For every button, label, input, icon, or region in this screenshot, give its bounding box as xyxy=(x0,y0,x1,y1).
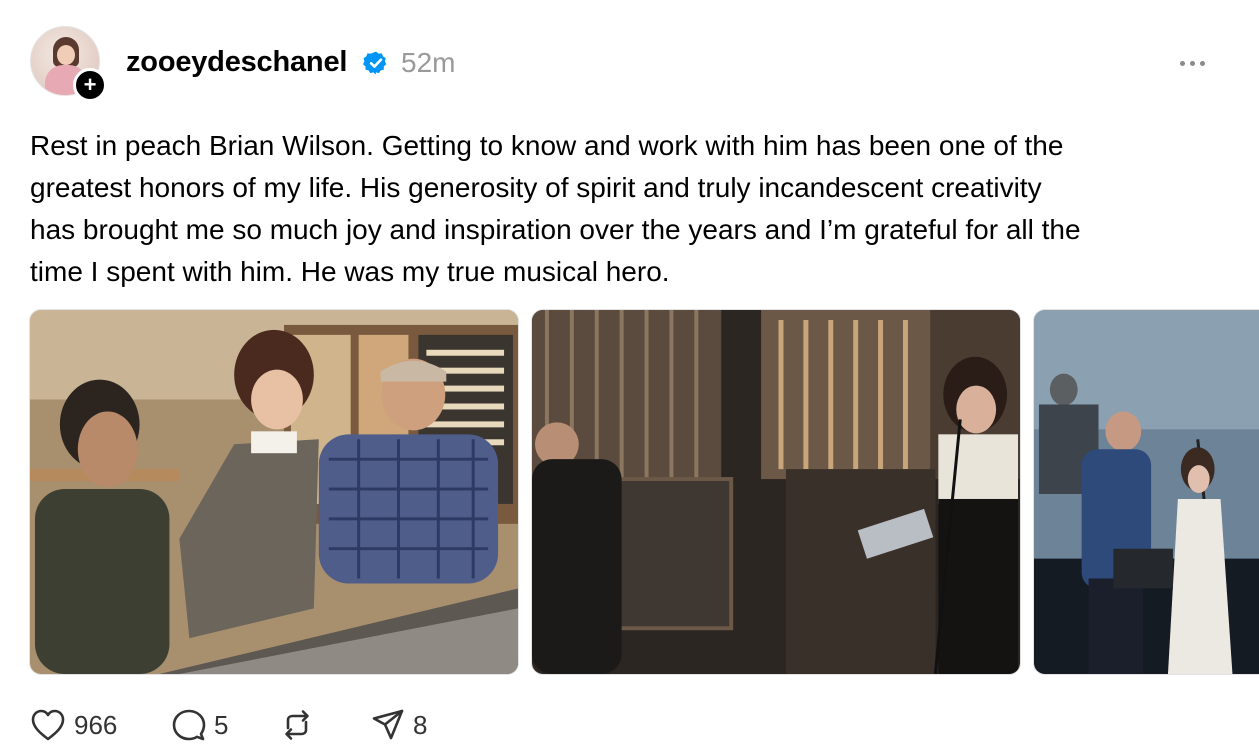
photo-live-stage[interactable] xyxy=(1033,309,1259,675)
avatar-face xyxy=(57,45,75,65)
more-horizontal-icon xyxy=(1189,60,1195,66)
reply-button[interactable]: 5 xyxy=(172,705,228,745)
reply-count: 5 xyxy=(214,709,229,740)
avatar-wrapper[interactable]: + xyxy=(30,26,107,102)
share-count: 8 xyxy=(413,709,428,740)
post-timestamp[interactable]: 52m xyxy=(401,47,455,79)
photo-studio-console[interactable] xyxy=(29,309,519,675)
verified-badge-icon xyxy=(363,51,387,75)
more-horizontal-icon xyxy=(1199,60,1205,66)
username-link[interactable]: zooeydeschanel xyxy=(126,46,347,79)
post-body-text: Rest in peach Brian Wilson. Getting to k… xyxy=(30,130,1081,287)
heart-icon xyxy=(31,709,65,741)
follow-plus-button[interactable]: + xyxy=(73,68,107,102)
media-carousel[interactable] xyxy=(29,309,1259,675)
more-options-button[interactable] xyxy=(1174,50,1210,76)
threads-post: + zooeydeschanel 52m Rest in peach Brian… xyxy=(0,0,1259,753)
like-count: 966 xyxy=(74,709,118,740)
send-icon xyxy=(372,709,404,740)
share-button[interactable]: 8 xyxy=(371,705,427,745)
comment-icon xyxy=(172,709,206,741)
more-horizontal-icon xyxy=(1179,60,1185,66)
photo-vocal-booth[interactable] xyxy=(531,309,1021,675)
repost-icon xyxy=(285,710,309,740)
like-button[interactable]: 966 xyxy=(30,705,117,745)
repost-button[interactable] xyxy=(280,705,314,745)
